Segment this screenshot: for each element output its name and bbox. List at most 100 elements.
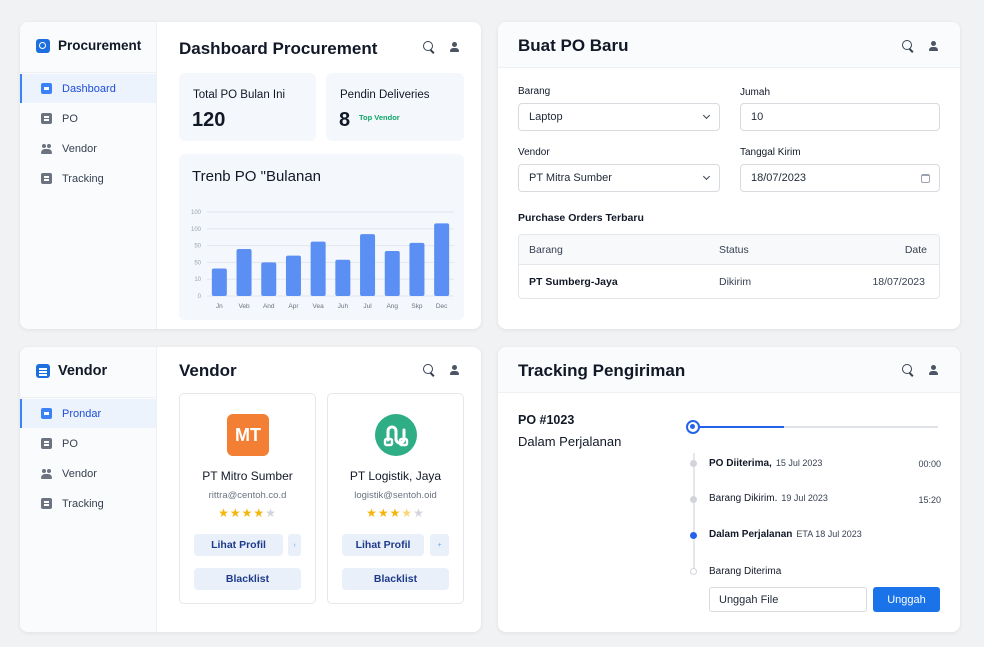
dashboard-sidebar: Procurement Dashboard PO Vendor Tracking <box>20 22 157 329</box>
logistics-logo-icon <box>383 425 409 447</box>
sidebar-item-label: Vendor <box>62 467 97 480</box>
row-date: 18/07/2023 <box>872 276 925 288</box>
panel-title: Tracking Pengiriman <box>518 361 686 380</box>
po-number: PO #1023 <box>518 413 575 427</box>
sidebar-item-vendor[interactable]: Vendor <box>20 134 156 163</box>
chart-bar[interactable] <box>261 262 277 296</box>
timeline-event: Barang Diterima <box>709 566 781 577</box>
dashboard-panel: Procurement Dashboard PO Vendor Tracking… <box>20 22 481 329</box>
chart-bar[interactable] <box>310 241 326 296</box>
y-tick-label: 0 <box>198 294 202 300</box>
x-tick-label: Juh <box>338 303 349 310</box>
row-barang[interactable]: PT Sumberg-Jaya <box>529 276 618 288</box>
vendor-logo: MT <box>227 414 269 456</box>
star-filled-icon: ★ <box>241 506 254 520</box>
timeline-dot-active <box>690 532 697 539</box>
view-profile-button[interactable]: Lihat Profil <box>194 534 283 556</box>
event-label: Barang Dikirim. <box>709 493 778 504</box>
chart-bar[interactable] <box>434 223 450 296</box>
chevron-right-icon[interactable]: › <box>288 534 301 556</box>
header-actions <box>423 41 460 53</box>
tracking-panel: Tracking Pengiriman PO #1023 Dalam Perja… <box>498 347 960 632</box>
timeline-dot-pending <box>690 568 697 575</box>
sidebar-item-prondar[interactable]: Prondar <box>20 399 156 428</box>
sidebar-item-po[interactable]: PO <box>20 429 156 458</box>
user-icon[interactable] <box>449 41 460 53</box>
jumlah-label: Jumah <box>740 87 771 98</box>
upload-button[interactable]: Unggah <box>873 587 940 612</box>
brand[interactable]: Procurement <box>36 38 141 53</box>
column-header-date: Date <box>904 244 927 256</box>
barang-label: Barang <box>518 86 551 97</box>
chart-bar[interactable] <box>236 248 252 296</box>
chart-bar[interactable] <box>335 259 351 296</box>
users-icon <box>41 468 52 479</box>
sidebar-item-label: Tracking <box>62 497 104 510</box>
star-filled-icon: ★ <box>229 506 242 520</box>
create-po-panel: Buat PO Baru Barang Laptop Jumah 10 Vend… <box>498 22 960 329</box>
calendar-icon[interactable] <box>921 174 930 183</box>
chart-bar[interactable] <box>360 234 376 296</box>
chart-bar[interactable] <box>409 242 425 296</box>
page-title: Dashboard Procurement <box>179 39 378 58</box>
timeline-dot <box>690 460 697 467</box>
sidebar-item-tracking[interactable]: Tracking <box>20 489 156 518</box>
chevron-down-icon <box>702 172 711 181</box>
y-tick-label: 50 <box>194 260 201 266</box>
vendor-logo <box>375 414 417 456</box>
y-tick-label: 100 <box>191 210 202 216</box>
chart-bar[interactable] <box>384 250 400 296</box>
vendor-rating: ★★★★★ <box>180 506 315 520</box>
event-date: 15 Jul 2023 <box>775 458 823 468</box>
barang-select[interactable]: Laptop <box>518 103 720 131</box>
vendor-email: rittra@centoh.co.d <box>208 490 287 501</box>
search-icon[interactable] <box>423 41 435 53</box>
y-tick-label: 10 <box>194 277 201 283</box>
chart-bar[interactable] <box>211 268 227 296</box>
progress-fill <box>693 426 784 428</box>
x-tick-label: Skp <box>411 303 423 310</box>
star-filled-icon: ★ <box>389 506 402 520</box>
blacklist-button[interactable]: Blacklist <box>194 568 301 590</box>
sidebar-item-vendor[interactable]: Vendor <box>20 459 156 488</box>
view-profile-button[interactable]: Lihat Profil <box>342 534 424 556</box>
sidebar-item-dashboard[interactable]: Dashboard <box>20 74 156 103</box>
vendor-label: Vendor <box>518 147 550 158</box>
star-half-icon: ★ <box>401 506 414 520</box>
sidebar-item-label: Prondar <box>62 407 102 420</box>
user-icon[interactable] <box>928 40 939 52</box>
user-icon[interactable] <box>449 364 460 376</box>
search-icon[interactable] <box>902 364 914 376</box>
timeline-line <box>693 453 695 573</box>
recent-po-title: Purchase Orders Terbaru <box>518 212 644 224</box>
y-tick-label: 100 <box>191 227 202 233</box>
row-status: Dikirim <box>719 276 752 288</box>
document-icon <box>41 438 52 449</box>
recent-po-table: Barang Status Date PT Sumberg-Jaya Dikir… <box>518 234 940 299</box>
brand[interactable]: Vendor <box>36 363 107 379</box>
search-icon[interactable] <box>423 364 435 376</box>
stat-total-po: Total PO Bulan Ini 120 <box>179 73 316 141</box>
page-title: Vendor <box>179 361 237 380</box>
sidebar-item-tracking[interactable]: Tracking <box>20 164 156 193</box>
event-label: Dalam Perjalanan <box>709 529 793 540</box>
jumlah-input[interactable]: 10 <box>740 103 940 131</box>
event-time: 00:00 <box>918 459 941 469</box>
stat-value: 8 <box>339 109 351 131</box>
vendor-name: PT Logistik, Jaya <box>349 469 442 483</box>
sidebar-item-po[interactable]: PO <box>20 104 156 133</box>
blacklist-button[interactable]: Blacklist <box>342 568 449 590</box>
upload-file-input[interactable]: Unggah File <box>709 587 867 612</box>
barang-value: Laptop <box>529 111 563 123</box>
vendor-select[interactable]: PT Mitra Sumber <box>518 164 720 192</box>
plus-icon[interactable]: + <box>430 534 449 556</box>
search-icon[interactable] <box>902 40 914 52</box>
star-filled-icon: ★ <box>377 506 390 520</box>
vendor-name: PT Mitro Sumber <box>202 469 293 483</box>
chart-bar[interactable] <box>285 255 301 296</box>
timeline-event: Barang Dikirim. 19 Jul 2023 <box>709 493 828 504</box>
tanggal-input[interactable]: 18/07/2023 <box>740 164 940 192</box>
chevron-down-icon <box>702 111 711 120</box>
event-time: 15:20 <box>918 495 941 505</box>
user-icon[interactable] <box>928 364 939 376</box>
